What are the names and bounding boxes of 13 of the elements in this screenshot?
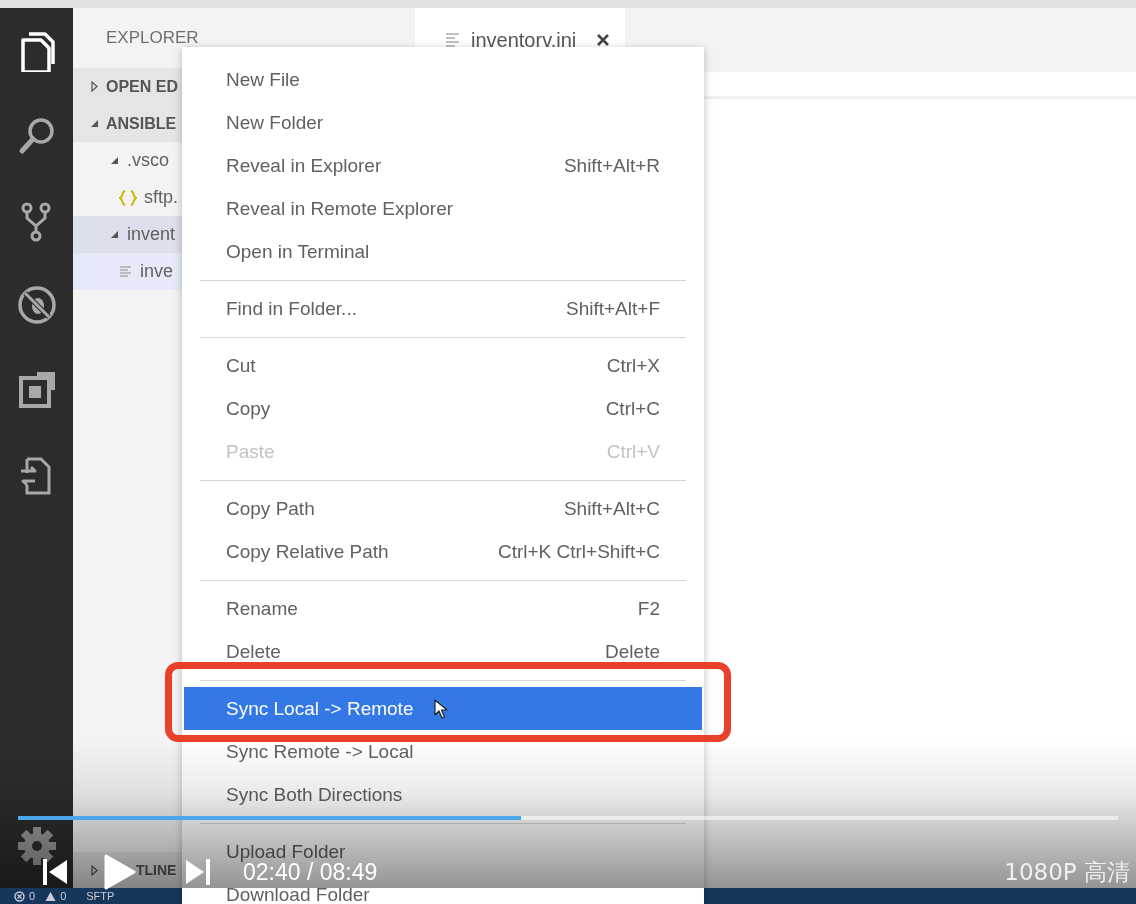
shortcut-text: Ctrl+K Ctrl+Shift+C [497, 541, 660, 562]
shortcut-text: Shift+Alt+R [563, 155, 660, 176]
shortcut-text: Shift+Alt+F [566, 298, 660, 319]
shortcut-text: Ctrl+V [606, 441, 660, 462]
shortcut-text: Ctrl+C [605, 398, 660, 419]
playback-time: 02:40 / 08:49 [243, 862, 378, 882]
shortcut-text: Delete [605, 641, 660, 662]
warning-count: 0 [60, 889, 67, 903]
sidebar-title: EXPLORER [105, 27, 199, 49]
shortcut-text: Ctrl+X [606, 355, 660, 376]
shortcut-text: Shift+Alt+C [563, 498, 660, 519]
error-count: 0 [29, 889, 36, 903]
shortcut-text: F2 [637, 598, 660, 619]
